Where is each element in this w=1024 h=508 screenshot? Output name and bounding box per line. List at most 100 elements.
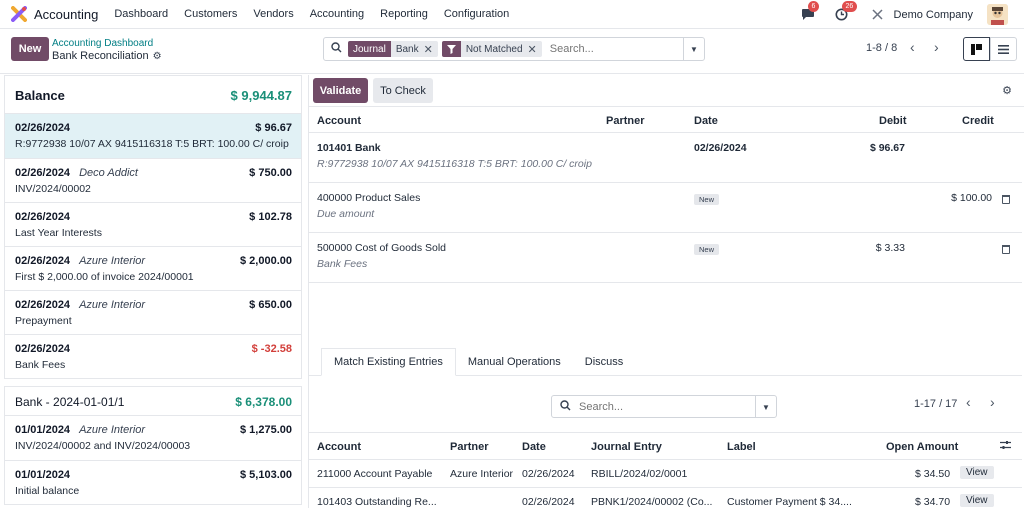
breadcrumb-current-label: Bank Reconciliation bbox=[52, 50, 149, 62]
line-label: R:9772938 10/07 AX 9415116318 T:5 BRT: 1… bbox=[317, 158, 592, 170]
line-amount: $ -32.58 bbox=[251, 343, 292, 355]
activity-badge: 26 bbox=[841, 0, 858, 12]
line-amount: $ 650.00 bbox=[249, 299, 292, 311]
line-amount: $ 750.00 bbox=[249, 167, 292, 179]
statement-line[interactable]: 02/26/2024 Azure Interior $ 650.00 Prepay… bbox=[5, 290, 301, 334]
match-pager-prev-icon[interactable]: ‹ bbox=[966, 394, 971, 410]
line-date: 02/26/2024 bbox=[15, 343, 71, 355]
trash-icon[interactable] bbox=[1002, 195, 1010, 204]
top-navbar: Accounting Dashboard Customers Vendors A… bbox=[0, 0, 1024, 29]
statement-line[interactable]: 01/01/2024 $ 5,103.00 Initial balance bbox=[5, 460, 301, 504]
line-label: Bank Fees bbox=[317, 258, 368, 270]
app-name[interactable]: Accounting bbox=[34, 7, 98, 22]
statement-line[interactable]: 02/26/2024 $ 102.78 Last Year Interests bbox=[5, 202, 301, 246]
tab-discuss[interactable]: Discuss bbox=[572, 348, 636, 376]
chat-icon[interactable]: 6 bbox=[800, 0, 820, 23]
menu-customers[interactable]: Customers bbox=[184, 8, 237, 20]
header-open-amount: Open Amount bbox=[886, 441, 959, 453]
new-button[interactable]: New bbox=[11, 37, 49, 61]
menu-accounting[interactable]: Accounting bbox=[310, 8, 364, 20]
company-switcher[interactable]: Demo Company bbox=[894, 9, 973, 21]
remove-facet-icon[interactable]: ✕ bbox=[528, 43, 542, 56]
reconcile-line[interactable]: 500000 Cost of Goods Sold Bank Fees New … bbox=[309, 233, 1022, 283]
list-view-button[interactable] bbox=[990, 37, 1017, 61]
to-check-button[interactable]: To Check bbox=[373, 78, 433, 103]
breadcrumb-current: Bank Reconciliation ⚙ bbox=[52, 50, 162, 62]
caret-down-icon: ▼ bbox=[690, 44, 698, 54]
line-label: Due amount bbox=[317, 208, 375, 220]
chat-badge: 6 bbox=[807, 0, 820, 12]
row-journal-entry: RBILL/2024/02/0001 bbox=[591, 468, 688, 480]
menu-dashboard[interactable]: Dashboard bbox=[114, 8, 168, 20]
match-pager-value[interactable]: 1-17 / 17 bbox=[914, 398, 957, 410]
gear-icon[interactable]: ⚙ bbox=[153, 51, 162, 62]
search-toggle-button[interactable]: ▼ bbox=[683, 38, 704, 60]
list-icon bbox=[998, 44, 1009, 54]
statement-balance: $ 6,378.00 bbox=[235, 395, 292, 409]
menu-configuration[interactable]: Configuration bbox=[444, 8, 509, 20]
match-search-toggle-button[interactable]: ▼ bbox=[755, 396, 776, 418]
settings-gear-icon[interactable]: ⚙ bbox=[1002, 84, 1012, 97]
new-badge: New bbox=[694, 194, 720, 205]
row-date: 02/26/2024 bbox=[522, 496, 575, 508]
match-table-header: Account Partner Date Journal Entry Label… bbox=[309, 432, 1022, 460]
reconcile-line[interactable]: 400000 Product Sales Due amount New $ 10… bbox=[309, 183, 1022, 233]
row-account: 101403 Outstanding Re... bbox=[317, 496, 437, 508]
menu-reporting[interactable]: Reporting bbox=[380, 8, 428, 20]
statement-line[interactable]: 02/26/2024 Azure Interior $ 2,000.00 Firs… bbox=[5, 246, 301, 290]
pager-value[interactable]: 1-8 / 8 bbox=[866, 42, 897, 54]
column-settings-icon[interactable] bbox=[1000, 440, 1011, 453]
breadcrumb-parent[interactable]: Accounting Dashboard bbox=[52, 38, 153, 49]
view-button[interactable]: View bbox=[960, 466, 994, 479]
line-date: 01/01/2024 Azure Interior bbox=[15, 424, 146, 436]
balance-label: Balance bbox=[15, 88, 65, 103]
header-partner: Partner bbox=[450, 441, 489, 453]
statement-line[interactable]: 02/26/2024 Deco Addict $ 750.00 INV/2024/… bbox=[5, 158, 301, 202]
remove-facet-icon[interactable]: ✕ bbox=[424, 43, 438, 56]
row-label: Customer Payment $ 34.... bbox=[727, 496, 852, 508]
row-open-amount: $ 34.70 bbox=[915, 496, 951, 508]
balance-amount: $ 9,944.87 bbox=[230, 88, 292, 103]
line-label: INV/2024/00002 bbox=[15, 183, 91, 195]
header-date: Date bbox=[522, 441, 546, 453]
line-label: Last Year Interests bbox=[15, 227, 102, 239]
match-pager-next-icon[interactable]: › bbox=[990, 394, 995, 410]
pager-next-icon[interactable]: › bbox=[934, 39, 939, 55]
line-label: Initial balance bbox=[15, 485, 80, 497]
statement-line[interactable]: 02/26/2024 $ 96.67 R:9772938 10/07 AX 94… bbox=[5, 114, 301, 158]
view-button[interactable]: View bbox=[960, 494, 994, 507]
reconcile-line[interactable]: 101401 Bank R:9772938 10/07 AX 941511631… bbox=[309, 133, 1022, 183]
line-date: 02/26/2024 bbox=[694, 142, 747, 154]
statement-line[interactable]: 01/01/2024 Azure Interior $ 1,275.00 INV/… bbox=[5, 416, 301, 460]
control-panel: New Accounting Dashboard Bank Reconcilia… bbox=[0, 29, 1024, 74]
search-bar: Journal Bank ✕ Not Matched ✕ ▼ bbox=[323, 37, 705, 61]
new-badge: New bbox=[694, 244, 720, 255]
match-row[interactable]: 211000 Account Payable Azure Interior 02… bbox=[309, 460, 1022, 488]
line-date: 02/26/2024 Azure Interior bbox=[15, 255, 146, 267]
validate-button[interactable]: Validate bbox=[313, 78, 368, 103]
statement-group-header[interactable]: Bank - 2024-01-01/1 $ 6,378.00 bbox=[4, 386, 302, 415]
tools-icon[interactable] bbox=[870, 7, 886, 23]
line-amount: $ 2,000.00 bbox=[240, 255, 292, 267]
header-credit: Credit bbox=[962, 115, 994, 127]
statement-line[interactable]: 02/26/2024 $ -32.58 Bank Fees bbox=[5, 334, 301, 378]
pager-prev-icon[interactable]: ‹ bbox=[910, 39, 915, 55]
search-input[interactable] bbox=[549, 43, 660, 55]
match-search-input[interactable] bbox=[579, 400, 739, 413]
activity-clock-icon[interactable]: 26 bbox=[834, 0, 858, 23]
accounting-app-icon[interactable] bbox=[11, 6, 27, 22]
line-partner: Azure Interior bbox=[79, 424, 146, 436]
facet-filter-value: Not Matched bbox=[465, 43, 523, 55]
filter-icon bbox=[441, 41, 461, 57]
statement-lines: 02/26/2024 $ 96.67 R:9772938 10/07 AX 94… bbox=[4, 113, 302, 379]
user-avatar[interactable] bbox=[987, 4, 1008, 25]
lines-table-header: Account Partner Date Debit Credit bbox=[309, 106, 1024, 133]
match-row[interactable]: 101403 Outstanding Re... 02/26/2024 PBNK… bbox=[309, 488, 1022, 508]
line-amount: $ 1,275.00 bbox=[240, 424, 292, 436]
tab-match-existing-entries[interactable]: Match Existing Entries bbox=[321, 348, 456, 376]
menu-vendors[interactable]: Vendors bbox=[253, 8, 293, 20]
trash-icon[interactable] bbox=[1002, 245, 1010, 254]
search-icon bbox=[331, 42, 342, 56]
tab-manual-operations[interactable]: Manual Operations bbox=[455, 348, 573, 376]
kanban-view-button[interactable] bbox=[963, 37, 990, 61]
